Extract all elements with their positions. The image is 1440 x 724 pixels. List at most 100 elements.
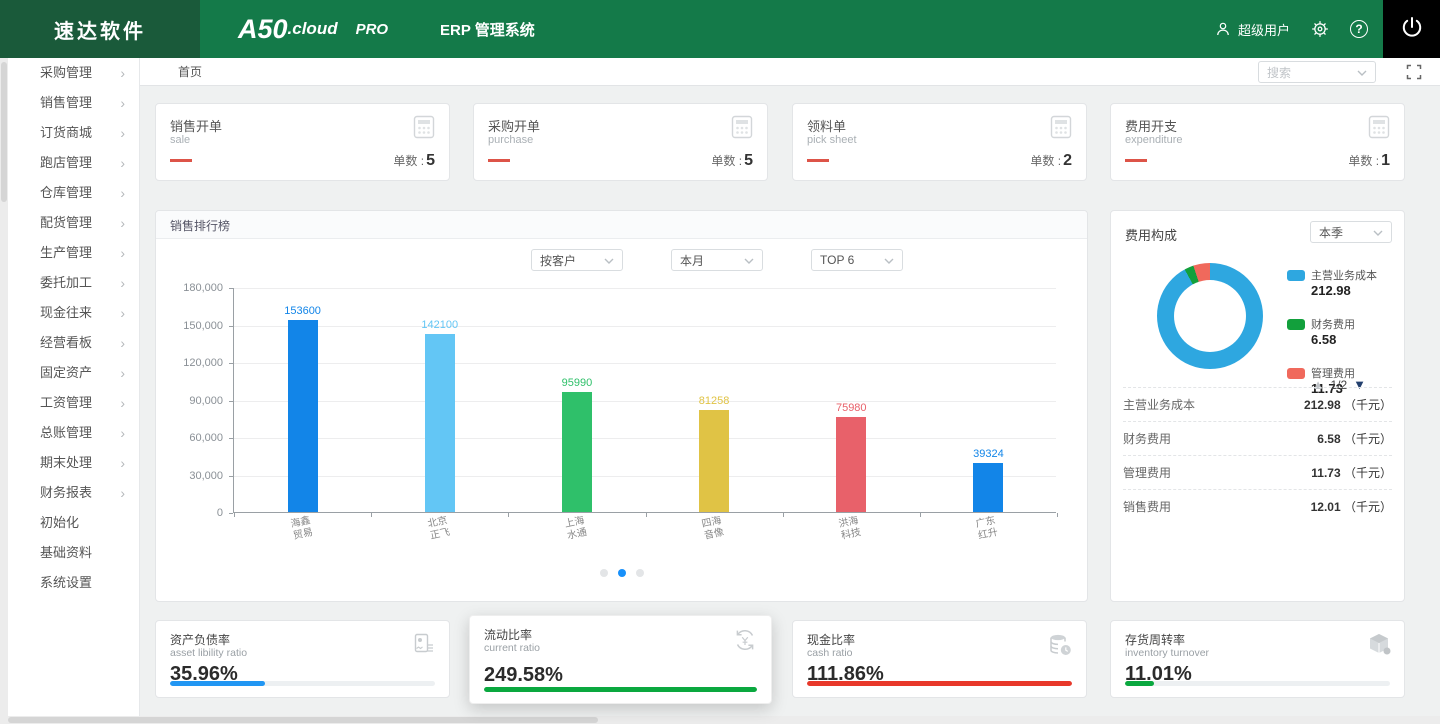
scrollbar-thumb[interactable] (1, 62, 7, 202)
product-suffix: .cloud (288, 19, 338, 39)
sidebar-item-财务报表[interactable]: 财务报表› (8, 478, 139, 508)
sidebar-item-label: 跑店管理 (40, 148, 92, 178)
ratio-card-asset-liability[interactable]: 资产负债率 asset libility ratio 35.96% (155, 620, 450, 698)
ratio-card-cash-ratio[interactable]: 现金比率 cash ratio 111.86% (792, 620, 1087, 698)
chevron-right-icon: › (120, 239, 125, 267)
sidebar-item-label: 仓库管理 (40, 178, 92, 208)
sidebar-item-label: 财务报表 (40, 478, 92, 508)
expense-period-select[interactable]: 本季 (1310, 221, 1392, 243)
chevron-right-icon: › (120, 269, 125, 297)
stat-card-expenditure[interactable]: 费用开支 expenditure 单数 :1 (1110, 103, 1405, 181)
sidebar-item-采购管理[interactable]: 采购管理› (8, 58, 139, 88)
sidebar-item-label: 订货商城 (40, 118, 92, 148)
fullscreen-icon[interactable] (1406, 64, 1422, 85)
user-menu-button[interactable]: 超级用户 (1214, 20, 1290, 39)
carousel-dot-3[interactable] (636, 569, 644, 577)
sidebar-item-固定资产[interactable]: 固定资产 › (8, 358, 139, 388)
y-tick-label: 90,000 (161, 395, 223, 407)
logout-power-button[interactable] (1383, 0, 1440, 58)
coins-icon (1046, 631, 1074, 664)
vertical-scrollbar[interactable] (0, 58, 8, 724)
sidebar-item-经营看板[interactable]: 经营看板› (8, 328, 139, 358)
legend-swatch (1287, 368, 1305, 379)
stat-card-pick-sheet[interactable]: 领料单 pick sheet 单数 :2 (792, 103, 1087, 181)
x-category-label: 北京正飞 (397, 509, 480, 549)
sidebar-item-系统设置[interactable]: 系统设置 (8, 568, 139, 598)
chevron-right-icon: › (120, 449, 125, 477)
sidebar-item-订货商城[interactable]: 订货商城› (8, 118, 139, 148)
stat-card-title: 领料单 (807, 116, 846, 135)
ratio-subtitle: inventory turnover (1125, 647, 1209, 659)
sidebar-item-label: 固定资产 (40, 358, 92, 388)
sidebar-item-工资管理[interactable]: 工资管理› (8, 388, 139, 418)
carousel-dot-2[interactable] (618, 569, 626, 577)
stat-card-subtitle: purchase (488, 134, 533, 146)
accent-dash (807, 159, 829, 162)
stat-card-title: 采购开单 (488, 116, 540, 135)
sidebar-item-label: 配货管理 (40, 208, 92, 238)
legend-value: 212.98 (1311, 283, 1377, 298)
sidebar-item-跑店管理[interactable]: 跑店管理› (8, 148, 139, 178)
sidebar-item-仓库管理[interactable]: 仓库管理 › (8, 178, 139, 208)
sidebar-item-委托加工[interactable]: 委托加工› (8, 268, 139, 298)
settings-gear-icon[interactable] (1310, 19, 1330, 39)
calculator-icon (1048, 114, 1074, 145)
sidebar-item-label: 初始化 (40, 508, 79, 538)
chevron-right-icon: › (120, 419, 125, 447)
panel-title: 销售排行榜 (170, 217, 230, 234)
legend-top: 财务费用 (1287, 316, 1377, 332)
search-select[interactable]: 搜索 (1258, 61, 1376, 83)
expense-label: 主营业务成本 (1123, 396, 1195, 413)
progress-track (807, 681, 1072, 686)
y-tick-label: 180,000 (161, 282, 223, 294)
chevron-right-icon: › (120, 179, 125, 207)
sidebar-item-label: 期末处理 (40, 448, 92, 478)
sidebar-item-label: 现金往来 (40, 298, 92, 328)
legend-name: 财务费用 (1311, 316, 1355, 332)
help-icon[interactable]: ? (1350, 20, 1368, 38)
sidebar-item-期末处理[interactable]: 期末处理 › (8, 448, 139, 478)
erp-dashboard: 速达软件 A50.cloud PRO ERP 管理系统 超级用户 ? 采购管理 (0, 0, 1440, 724)
stat-card-title: 销售开单 (170, 116, 222, 135)
x-category-label: 洪海科技 (809, 509, 892, 549)
app-logo: 速达软件 (0, 0, 200, 58)
accent-dash (1125, 159, 1147, 162)
chevron-right-icon: › (120, 359, 125, 387)
header-actions: 超级用户 ? (1214, 0, 1368, 58)
sidebar-item-初始化[interactable]: 初始化 (8, 508, 139, 538)
ratio-title: 现金比率 (807, 631, 855, 648)
sidebar-item-label: 系统设置 (40, 568, 92, 598)
stat-card-sale[interactable]: 销售开单 sale 单数 :5 (155, 103, 450, 181)
cycle-icon (731, 626, 759, 659)
tab-home[interactable]: 首页 (178, 58, 202, 86)
progress-fill (484, 687, 757, 692)
sidebar-item-总账管理[interactable]: 总账管理› (8, 418, 139, 448)
sidebar-item-销售管理[interactable]: 销售管理› (8, 88, 139, 118)
carousel-dot-1[interactable] (600, 569, 608, 577)
y-tick-label: 0 (161, 507, 223, 519)
expense-row: 管理费用11.73 （千元） (1123, 455, 1392, 489)
progress-track (1125, 681, 1390, 686)
ratio-title: 流动比率 (484, 626, 532, 643)
ratio-card-current-ratio[interactable]: 流动比率 current ratio 249.58% (469, 615, 772, 704)
sidebar-item-现金往来[interactable]: 现金往来› (8, 298, 139, 328)
expense-value: 212.98 （千元） (1304, 396, 1392, 413)
expense-row-list: 主营业务成本212.98 （千元）财务费用6.58 （千元）管理费用11.73 … (1111, 387, 1404, 523)
progress-fill (807, 681, 1072, 686)
y-tick-label: 30,000 (161, 470, 223, 482)
legend-top: 主营业务成本 (1287, 267, 1377, 283)
expense-value: 12.01 （千元） (1311, 498, 1392, 515)
stat-card-purchase[interactable]: 采购开单 purchase 单数 :5 (473, 103, 768, 181)
horizontal-scrollbar[interactable] (0, 716, 1440, 724)
sidebar-item-配货管理[interactable]: 配货管理› (8, 208, 139, 238)
chevron-right-icon: › (120, 59, 125, 87)
progress-track (170, 681, 435, 686)
sidebar-item-生产管理[interactable]: 生产管理› (8, 238, 139, 268)
progress-track (484, 687, 757, 692)
sidebar-item-基础资料[interactable]: 基础资料 (8, 538, 139, 568)
ratio-card-inventory-turnover[interactable]: 存货周转率 inventory turnover 11.01% (1110, 620, 1405, 698)
scrollbar-thumb[interactable] (8, 717, 598, 723)
x-tick (1057, 513, 1058, 517)
user-icon (1214, 20, 1232, 38)
ratio-subtitle: asset libility ratio (170, 647, 247, 659)
